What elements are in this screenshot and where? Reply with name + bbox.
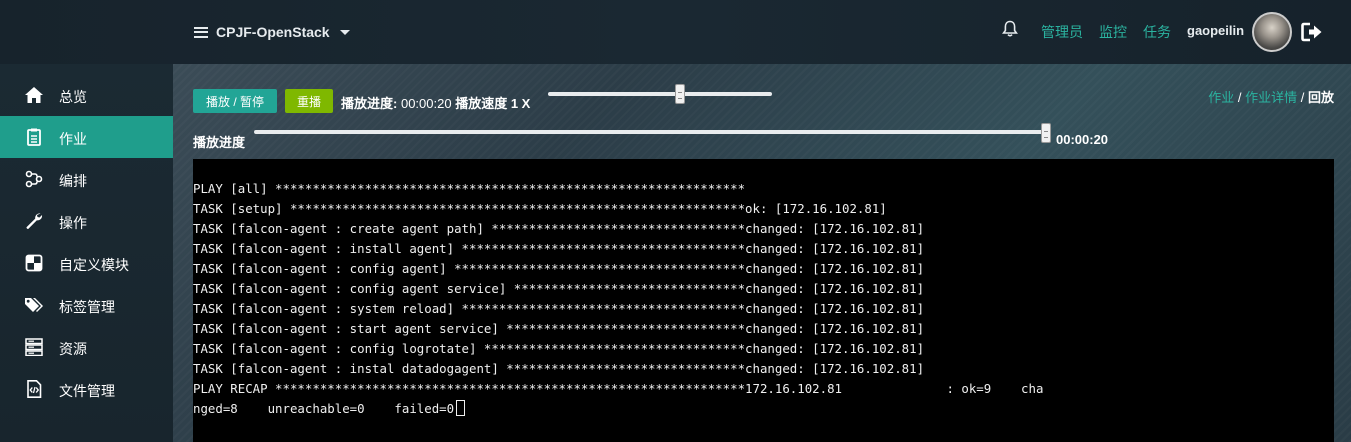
breadcrumb: 作业 / 作业详情 / 回放 bbox=[1208, 87, 1334, 106]
progress-time: 00:00:20 bbox=[400, 96, 452, 111]
terminal-line-text: nged=8 unreachable=0 failed=0 bbox=[193, 401, 455, 416]
terminal-line: PLAY [all] *****************************… bbox=[193, 181, 746, 196]
progress-slider-handle[interactable] bbox=[1041, 123, 1051, 143]
breadcrumb-jobs[interactable]: 作业 bbox=[1208, 90, 1234, 105]
main-content: 播放 / 暂停 重播 播放进度: 00:00:20 播放速度 1 X 作业 / … bbox=[173, 64, 1351, 442]
terminal-line-last: nged=8 unreachable=0 failed=0 bbox=[193, 399, 1043, 419]
nav-link-admin[interactable]: 管理员 bbox=[1041, 22, 1083, 42]
playback-status: 播放进度: 00:00:20 播放速度 1 X bbox=[341, 93, 530, 112]
tags-icon bbox=[25, 298, 43, 312]
sidebar-item-operations[interactable]: 操作 bbox=[0, 200, 173, 242]
progress-bar-time: 00:00:20 bbox=[1056, 132, 1109, 147]
sidebar-item-label: 文件管理 bbox=[59, 383, 115, 399]
terminal-line: TASK [falcon-agent : instal datadogagent… bbox=[193, 361, 925, 376]
terminal-cursor bbox=[456, 400, 466, 416]
top-nav-links: 管理员 监控 任务 bbox=[1041, 22, 1171, 42]
play-pause-button[interactable]: 播放 / 暂停 bbox=[193, 89, 277, 113]
sidebar-item-label: 自定义模块 bbox=[59, 257, 129, 273]
sidebar-item-custom-modules[interactable]: 自定义模块 bbox=[0, 242, 173, 284]
list-icon bbox=[194, 26, 208, 38]
sidebar-item-label: 编排 bbox=[59, 173, 87, 189]
terminal-output[interactable]: PLAY [all] *****************************… bbox=[193, 159, 1334, 442]
sidebar-item-label: 操作 bbox=[59, 215, 87, 231]
progress-slider[interactable] bbox=[254, 130, 1048, 134]
terminal-line: TASK [setup] ***************************… bbox=[193, 201, 887, 216]
username[interactable]: gaopeilin bbox=[1187, 23, 1244, 38]
sidebar-item-label: 作业 bbox=[59, 131, 87, 147]
sidebar-item-resources[interactable]: 资源 bbox=[0, 326, 173, 368]
bell-icon[interactable] bbox=[1002, 20, 1018, 38]
terminal-line: PLAY RECAP *****************************… bbox=[193, 381, 1044, 396]
top-navbar: CPJF-OpenStack 管理员 监控 任务 gaopeilin bbox=[0, 0, 1351, 64]
nav-link-monitor[interactable]: 监控 bbox=[1099, 22, 1127, 42]
sidebar-item-label: 标签管理 bbox=[59, 299, 115, 315]
terminal-line: TASK [falcon-agent : config agent] *****… bbox=[193, 261, 925, 276]
terminal-line: TASK [falcon-agent : start agent service… bbox=[193, 321, 925, 336]
file-code-icon bbox=[27, 380, 42, 398]
sidebar-item-file-management[interactable]: 文件管理 bbox=[0, 368, 173, 410]
module-icon bbox=[25, 254, 43, 272]
sidebar-item-tags[interactable]: 标签管理 bbox=[0, 284, 173, 326]
terminal-line: TASK [falcon-agent : config logrotate] *… bbox=[193, 341, 925, 356]
sidebar-item-label: 资源 bbox=[59, 341, 87, 357]
sidebar: 总览 作业 编排 操作 自定义模块 标签管理 资源 文件管理 bbox=[0, 64, 173, 442]
breadcrumb-job-detail[interactable]: 作业详情 bbox=[1245, 90, 1297, 105]
wrench-icon bbox=[26, 213, 43, 229]
speed-slider-handle[interactable] bbox=[675, 84, 685, 104]
sidebar-item-label: 总览 bbox=[59, 89, 87, 105]
terminal-lines: PLAY [all] *****************************… bbox=[193, 179, 1043, 419]
project-selector[interactable]: CPJF-OpenStack bbox=[194, 22, 350, 42]
progress-prefix: 播放进度: bbox=[341, 96, 398, 111]
home-icon bbox=[25, 87, 43, 103]
speed-label: 播放速度 1 X bbox=[455, 96, 531, 111]
breadcrumb-separator: / bbox=[1300, 90, 1305, 105]
terminal-line: TASK [falcon-agent : install agent] ****… bbox=[193, 241, 925, 256]
server-icon bbox=[25, 338, 43, 356]
sidebar-item-jobs[interactable]: 作业 bbox=[0, 116, 173, 158]
breadcrumb-separator: / bbox=[1237, 90, 1242, 105]
replay-button[interactable]: 重播 bbox=[285, 89, 333, 113]
caret-down-icon bbox=[339, 29, 350, 35]
breadcrumb-current: 回放 bbox=[1307, 90, 1334, 105]
nav-link-tasks[interactable]: 任务 bbox=[1143, 22, 1171, 42]
flow-icon bbox=[25, 170, 43, 188]
avatar[interactable] bbox=[1252, 12, 1292, 52]
speed-slider[interactable] bbox=[548, 92, 772, 96]
progress-bar-label: 播放进度 bbox=[193, 135, 246, 150]
logout-icon[interactable] bbox=[1301, 22, 1323, 42]
terminal-line: TASK [falcon-agent : config agent servic… bbox=[193, 281, 925, 296]
clipboard-icon bbox=[27, 128, 41, 146]
terminal-line: TASK [falcon-agent : create agent path] … bbox=[193, 221, 925, 236]
terminal-line: TASK [falcon-agent : system reload] ****… bbox=[193, 301, 925, 316]
sidebar-item-overview[interactable]: 总览 bbox=[0, 74, 173, 116]
sidebar-item-orchestration[interactable]: 编排 bbox=[0, 158, 173, 200]
project-name: CPJF-OpenStack bbox=[216, 24, 330, 40]
